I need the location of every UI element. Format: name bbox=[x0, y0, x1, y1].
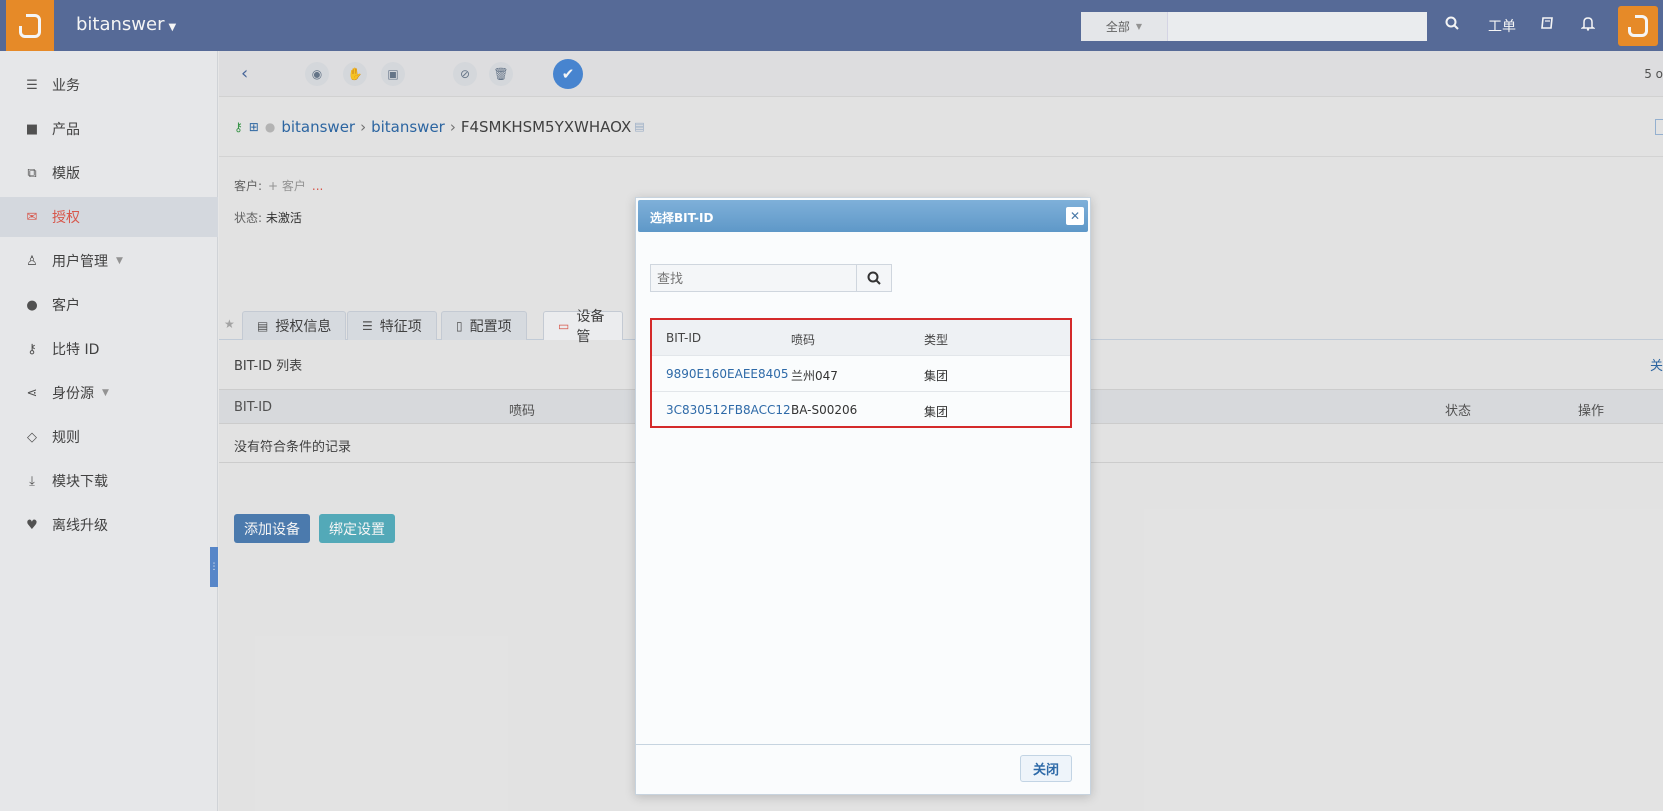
close-icon[interactable]: ✕ bbox=[1066, 207, 1084, 225]
table-row[interactable]: 3C830512FB8ACC12 BA-S00206 集团 bbox=[652, 392, 1070, 428]
column-header: 喷码 bbox=[791, 333, 816, 347]
dialog-header: 选择BIT-ID ✕ bbox=[638, 200, 1088, 232]
table-row[interactable]: 9890E160EAEE8405 兰州047 集团 bbox=[652, 356, 1070, 392]
dialog-footer-divider bbox=[636, 744, 1090, 745]
column-header: BIT-ID bbox=[666, 331, 702, 345]
search-icon[interactable] bbox=[857, 264, 892, 292]
code-cell: BA-S00206 bbox=[791, 403, 858, 417]
table-header: BIT-ID 喷码 类型 bbox=[652, 320, 1070, 356]
dialog-title: 选择BIT-ID bbox=[650, 211, 714, 225]
bit-id-link[interactable]: 9890E160EAEE8405 bbox=[666, 367, 789, 381]
code-cell: 兰州047 bbox=[791, 369, 838, 383]
type-cell: 集团 bbox=[924, 369, 949, 383]
column-header: 类型 bbox=[924, 333, 949, 347]
dialog-search-input[interactable] bbox=[650, 264, 857, 292]
bit-id-table: BIT-ID 喷码 类型 9890E160EAEE8405 兰州047 集团 3… bbox=[650, 318, 1072, 428]
close-button[interactable]: 关闭 bbox=[1020, 755, 1072, 782]
type-cell: 集团 bbox=[924, 405, 949, 419]
select-bit-id-dialog: 选择BIT-ID ✕ BIT-ID 喷码 类型 9890E160EAEE8405… bbox=[635, 197, 1091, 795]
bit-id-link[interactable]: 3C830512FB8ACC12 bbox=[666, 403, 791, 417]
